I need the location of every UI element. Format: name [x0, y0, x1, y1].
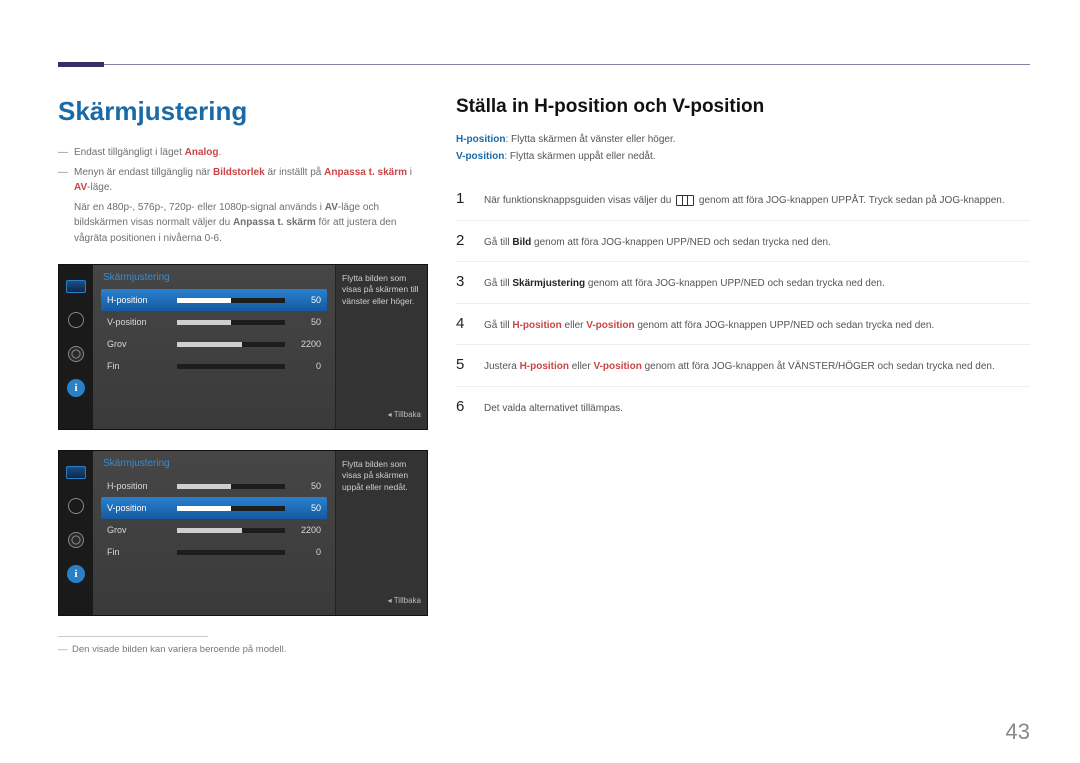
osd-row-value: 0	[285, 547, 321, 557]
step: 6 Det valda alternativet tillämpas.	[456, 386, 1030, 428]
osd-row-value: 2200	[285, 525, 321, 535]
page-number: 43	[1006, 719, 1030, 745]
osd-row-label: V-position	[107, 503, 177, 513]
info-icon: i	[65, 379, 87, 397]
note-item: Endast tillgängligt i läget Analog.	[58, 145, 428, 161]
osd-slider[interactable]	[177, 506, 285, 511]
osd-row[interactable]: Grov 2200	[101, 519, 327, 541]
osd-title: Skärmjustering	[93, 451, 335, 475]
note-item: Menyn är endast tillgänglig när Bildstor…	[58, 165, 428, 196]
subsection-heading: Ställa in H-position och V-position	[456, 96, 1030, 118]
osd-row-value: 50	[285, 295, 321, 305]
osd-main: Skärmjustering H-position 50 V-position 50 Gr…	[93, 451, 335, 615]
circle-icon	[65, 497, 87, 515]
circle-icon	[65, 311, 87, 329]
osd-iconbar: i	[59, 265, 93, 429]
info-icon: i	[65, 565, 87, 583]
step: 1 När funktionsknappsguiden visas väljer …	[456, 179, 1030, 220]
osd-row[interactable]: H-position 50	[101, 475, 327, 497]
osd-row-label: Fin	[107, 361, 177, 371]
osd-row[interactable]: Fin 0	[101, 541, 327, 563]
osd-slider[interactable]	[177, 550, 285, 555]
step-number: 4	[456, 313, 470, 336]
osd-back[interactable]: Tillbaka	[342, 410, 421, 421]
step-text: Det valda alternativet tillämpas.	[484, 401, 623, 416]
osd-help: Flytta bilden som visas på skärmen uppåt…	[335, 451, 427, 615]
footnote: Den visade bilden kan variera beroende p…	[58, 643, 428, 656]
osd-row-label: H-position	[107, 481, 177, 491]
osd-row-value: 50	[285, 503, 321, 513]
section-heading: Skärmjustering	[58, 96, 428, 127]
osd-row[interactable]: H-position 50	[101, 289, 327, 311]
note-subtext: När en 480p-, 576p-, 720p- eller 1080p-s…	[58, 200, 428, 247]
step: 3 Gå till Skärmjustering genom att föra J…	[456, 261, 1030, 303]
monitor-icon	[65, 463, 87, 481]
osd-slider[interactable]	[177, 364, 285, 369]
definition: V-position: Flytta skärmen uppåt eller n…	[456, 149, 1030, 166]
osd-panel: i Skärmjustering H-position 50 V-position 50 G…	[58, 264, 428, 430]
osd-iconbar: i	[59, 451, 93, 615]
step-text: När funktionsknappsguiden visas väljer d…	[484, 193, 1005, 208]
step-text: Gå till H-position eller V-position geno…	[484, 318, 934, 333]
osd-slider[interactable]	[177, 484, 285, 489]
osd-title: Skärmjustering	[93, 265, 335, 289]
osd-row[interactable]: V-position 50	[101, 497, 327, 519]
step-text: Gå till Bild genom att föra JOG-knappen …	[484, 235, 831, 250]
notes-block: Endast tillgängligt i läget Analog. Meny…	[58, 145, 428, 246]
step: 4 Gå till H-position eller V-position gen…	[456, 303, 1030, 345]
gear-icon	[65, 345, 87, 363]
osd-row-label: Grov	[107, 339, 177, 349]
osd-row-label: Fin	[107, 547, 177, 557]
osd-main: Skärmjustering H-position 50 V-position 50 Gr…	[93, 265, 335, 429]
step: 2 Gå till Bild genom att föra JOG-knappen…	[456, 220, 1030, 262]
osd-help: Flytta bilden som visas på skärmen till …	[335, 265, 427, 429]
monitor-icon	[65, 277, 87, 295]
definition: H-position: Flytta skärmen åt vänster el…	[456, 132, 1030, 149]
osd-row-value: 2200	[285, 339, 321, 349]
menu-icon	[676, 195, 694, 206]
step-number: 3	[456, 271, 470, 294]
osd-row-label: V-position	[107, 317, 177, 327]
step-number: 5	[456, 354, 470, 377]
osd-slider[interactable]	[177, 528, 285, 533]
header-rule	[58, 64, 1030, 65]
step-text: Justera H-position eller V-position geno…	[484, 359, 995, 374]
gear-icon	[65, 531, 87, 549]
osd-slider[interactable]	[177, 298, 285, 303]
footnote-rule	[58, 636, 208, 637]
osd-row-label: H-position	[107, 295, 177, 305]
osd-row[interactable]: Fin 0	[101, 355, 327, 377]
osd-back[interactable]: Tillbaka	[342, 596, 421, 607]
osd-slider[interactable]	[177, 342, 285, 347]
osd-row-value: 50	[285, 481, 321, 491]
step-text: Gå till Skärmjustering genom att föra JO…	[484, 276, 885, 291]
osd-panel: i Skärmjustering H-position 50 V-position 50 G…	[58, 450, 428, 616]
definitions: H-position: Flytta skärmen åt vänster el…	[456, 132, 1030, 165]
osd-row-value: 50	[285, 317, 321, 327]
osd-row[interactable]: V-position 50	[101, 311, 327, 333]
osd-row-value: 0	[285, 361, 321, 371]
step-number: 2	[456, 230, 470, 253]
osd-row-label: Grov	[107, 525, 177, 535]
osd-row[interactable]: Grov 2200	[101, 333, 327, 355]
step-number: 1	[456, 188, 470, 211]
step: 5 Justera H-position eller V-position gen…	[456, 344, 1030, 386]
osd-slider[interactable]	[177, 320, 285, 325]
step-number: 6	[456, 396, 470, 419]
